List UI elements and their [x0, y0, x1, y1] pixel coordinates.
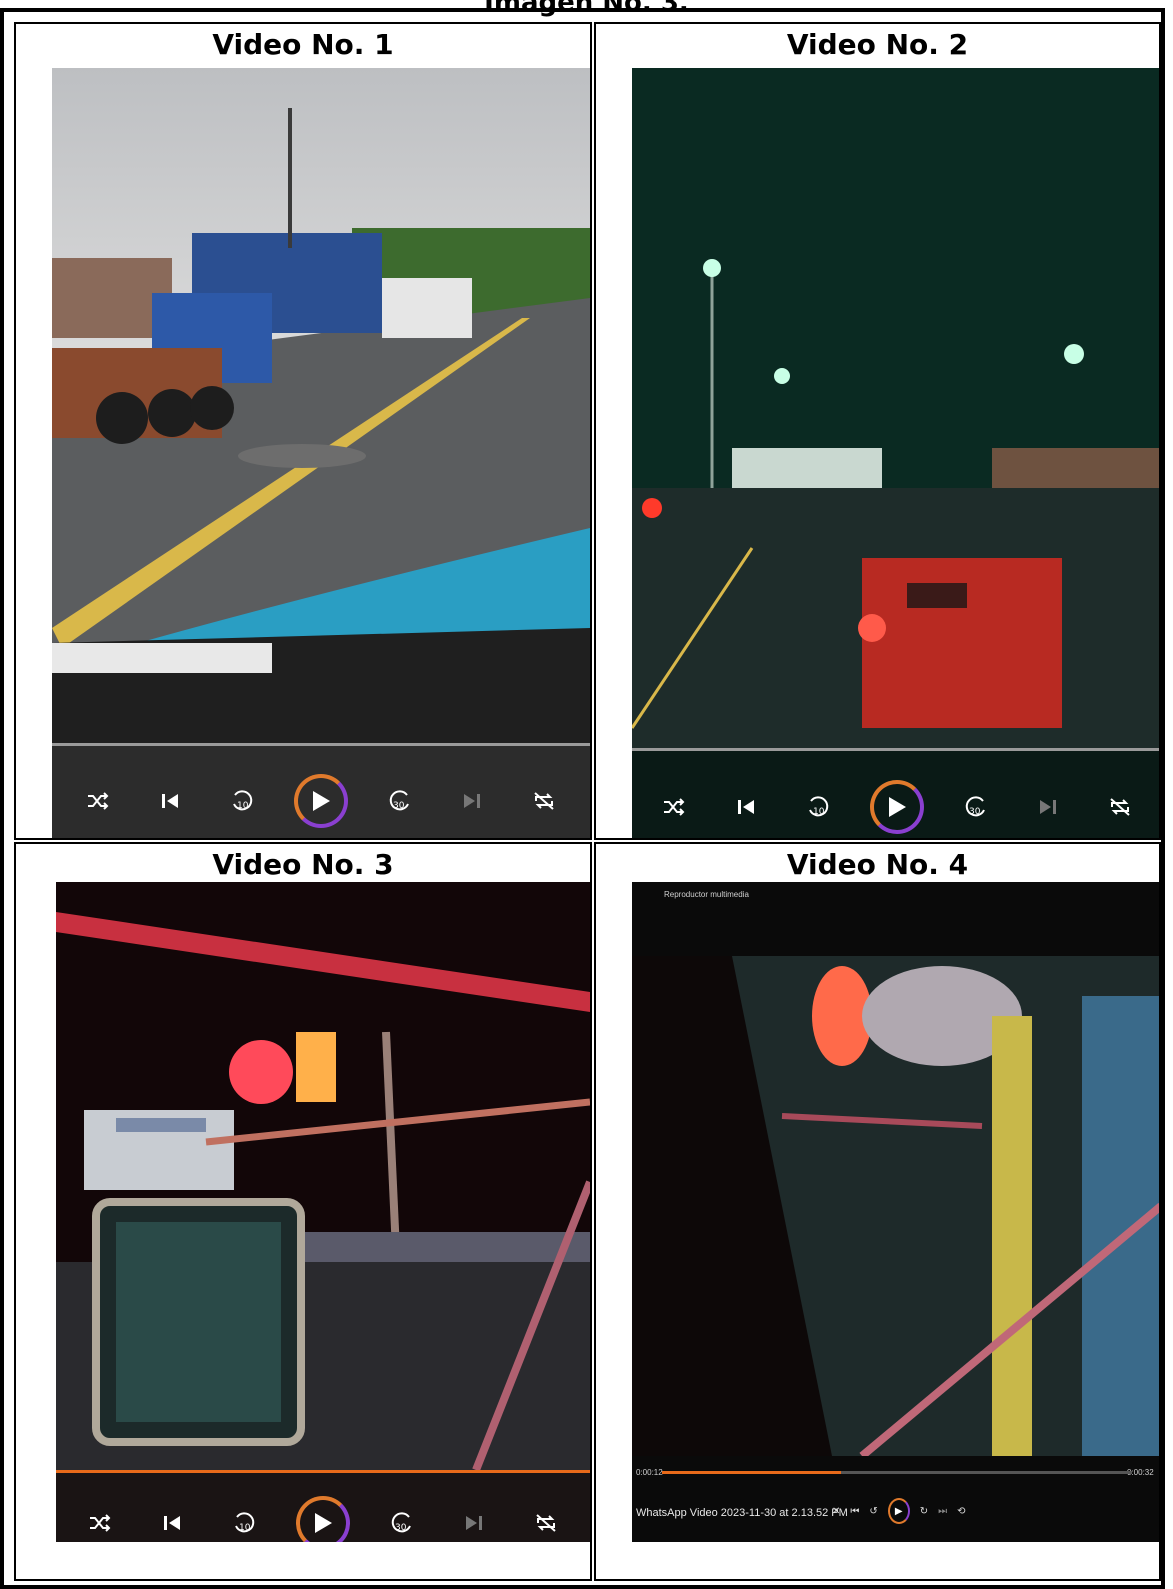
rewind-10-icon[interactable]: 10 — [798, 787, 838, 827]
play-button[interactable]: ▶ — [887, 1498, 910, 1524]
next-icon[interactable] — [454, 1503, 494, 1542]
video-file-name: WhatsApp Video 2023-11-30 at 2.13.52 PM — [636, 1507, 848, 1519]
video-3-title: Video No. 3 — [212, 848, 394, 881]
video-2-title: Video No. 2 — [786, 28, 969, 61]
next-icon[interactable]: ⏭ — [938, 1506, 947, 1517]
rewind-10-icon[interactable]: ↺ — [869, 1506, 877, 1517]
shuffle-icon[interactable] — [654, 787, 694, 827]
video-2-controls: 10 30 — [632, 780, 1159, 834]
video-cell-3: Video No. 3 10 30 — [14, 842, 592, 1581]
rewind-10-icon[interactable]: 10 — [222, 781, 262, 821]
video-4-progress-fill — [662, 1471, 841, 1474]
video-2-progress[interactable] — [632, 748, 1159, 751]
video-cell-2: Video No. 2 10 30 — [594, 22, 1161, 840]
forward-30-icon[interactable]: 30 — [956, 787, 996, 827]
video-3-progress[interactable] — [56, 1470, 590, 1473]
next-icon[interactable] — [452, 781, 492, 821]
forward-30-icon[interactable]: 30 — [380, 781, 420, 821]
time-current: 0:00:12 — [636, 1468, 663, 1477]
video-4-scene — [632, 956, 1159, 1456]
previous-icon[interactable] — [726, 787, 766, 827]
video-grid: Video No. 1 10 30 Video No. 2 10 30 Vide… — [0, 8, 1165, 1589]
forward-30-label: 30 — [393, 801, 405, 811]
forward-30-icon[interactable]: 30 — [382, 1503, 422, 1542]
video-3-frame[interactable]: 10 30 — [56, 882, 590, 1542]
play-button[interactable] — [296, 1496, 350, 1542]
play-icon — [315, 1513, 332, 1533]
shuffle-icon[interactable] — [78, 781, 118, 821]
video-1-frame[interactable]: 10 30 — [52, 68, 590, 838]
rewind-10-label: 10 — [239, 1523, 251, 1533]
video-4-title: Video No. 4 — [786, 848, 969, 881]
previous-icon[interactable] — [150, 781, 190, 821]
shuffle-icon[interactable] — [80, 1503, 120, 1542]
next-icon[interactable] — [1028, 787, 1068, 827]
video-3-scene — [56, 882, 590, 1470]
play-icon — [313, 791, 330, 811]
video-1-title: Video No. 1 — [212, 28, 394, 61]
play-icon — [888, 797, 906, 817]
rewind-10-icon[interactable]: 10 — [224, 1503, 264, 1542]
rewind-10-label: 10 — [813, 807, 825, 817]
video-cell-1: Video No. 1 10 30 — [14, 22, 592, 840]
repeat-off-icon[interactable] — [1100, 787, 1140, 827]
shuffle-icon[interactable]: ✕ — [832, 1506, 840, 1517]
repeat-off-icon[interactable] — [524, 781, 564, 821]
play-button[interactable] — [869, 780, 924, 834]
video-3-controls: 10 30 — [56, 1496, 590, 1542]
play-button[interactable] — [294, 774, 348, 828]
repeat-off-icon[interactable]: ⟲ — [957, 1506, 965, 1517]
repeat-off-icon[interactable] — [526, 1503, 566, 1542]
video-2-frame[interactable]: 10 30 — [632, 68, 1159, 838]
previous-icon[interactable]: ⏮ — [850, 1506, 859, 1517]
video-cell-4: Video No. 4 Reproductor multimedia 0:00:… — [594, 842, 1161, 1581]
forward-30-icon[interactable]: ↻ — [920, 1506, 928, 1517]
video-4-controls: ✕ ⏮ ↺ ▶ ↻ ⏭ ⟲ — [832, 1498, 966, 1524]
video-1-scene — [52, 68, 590, 743]
rewind-10-label: 10 — [237, 801, 249, 811]
video-1-progress[interactable] — [52, 743, 590, 746]
video-2-scene — [632, 68, 1159, 748]
forward-30-label: 30 — [395, 1523, 407, 1533]
forward-30-label: 30 — [969, 807, 981, 817]
video-1-controls: 10 30 — [52, 774, 590, 828]
previous-icon[interactable] — [152, 1503, 192, 1542]
media-player-title: Reproductor multimedia — [664, 890, 749, 899]
video-4-frame[interactable]: Reproductor multimedia 0:00:12 0:00:32 W… — [632, 882, 1159, 1542]
video-4-progress-track[interactable] — [662, 1471, 1132, 1474]
